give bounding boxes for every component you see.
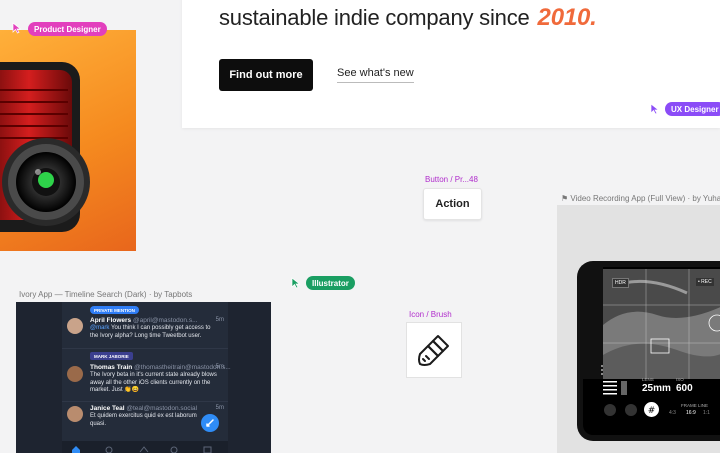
tweet-author: April Flowers @april@mastodon.s... xyxy=(90,317,198,324)
compose-button[interactable] xyxy=(201,414,219,432)
ratio-option[interactable]: 16:9 xyxy=(686,410,696,416)
mention-link[interactable]: @mark xyxy=(90,325,109,331)
video-frame-label[interactable]: ⚑ Video Recording App (Full View) · by Y… xyxy=(561,194,720,203)
cursor-pointer-icon xyxy=(12,22,22,34)
profile-tab-icon xyxy=(203,446,212,453)
brush-icon-frame[interactable] xyxy=(406,322,462,378)
ratio-option[interactable]: 1:1 xyxy=(703,410,710,416)
hdr-badge[interactable]: HDR xyxy=(612,278,629,288)
illustrator-tag: Illustrator xyxy=(306,276,355,290)
video-recording-frame[interactable]: # HDR • REC LENS 25mm ISO 600 FRAME LINE… xyxy=(557,205,720,453)
stats-tab-icon xyxy=(139,446,149,453)
home-tab-icon xyxy=(72,446,80,453)
cursor-pointer-icon xyxy=(291,277,301,289)
author-name: Thomas Train xyxy=(90,364,133,371)
camera-app-artwork xyxy=(0,30,136,251)
tweet-body: @mark You think I can possibly get acces… xyxy=(90,325,220,340)
search-tab-icon xyxy=(170,446,178,453)
author-name: April Flowers xyxy=(90,317,132,324)
tab-bar xyxy=(62,441,228,453)
tweet-time: 5m xyxy=(215,405,224,411)
timeline-column: PRIVATE MENTION April Flowers @april@mas… xyxy=(62,302,231,453)
hero-headline: sustainable indie company since 2010. xyxy=(219,4,597,32)
button-component-label[interactable]: Button / Pr...48 xyxy=(425,175,478,184)
tweet-author: Thomas Train @thomastheitrain@mastodon.s… xyxy=(90,364,231,371)
cursor-pointer-icon xyxy=(650,103,660,115)
hero-year: 2010. xyxy=(537,4,597,31)
lens-label: LENS xyxy=(642,377,654,382)
mentions-tab-icon xyxy=(105,446,113,453)
author-name: Janice Teal xyxy=(90,405,125,412)
iso-value[interactable]: 600 xyxy=(676,383,693,394)
product-designer-tag: Product Designer xyxy=(28,22,107,36)
ux-designer-tag: UX Designer xyxy=(665,102,720,116)
tweet-author: Janice Teal @teal@mastodon.social xyxy=(90,405,197,412)
boost-badge: MARK JABORIE xyxy=(90,352,133,360)
ivory-app-frame[interactable]: PRIVATE MENTION April Flowers @april@mas… xyxy=(16,302,271,453)
see-whats-new-link[interactable]: See what's new xyxy=(337,67,414,83)
lens-value[interactable]: 25mm xyxy=(642,383,671,394)
iso-label: ISO xyxy=(676,377,684,382)
compose-icon xyxy=(206,419,214,427)
avatar xyxy=(67,406,83,422)
hero-headline-text: sustainable indie company since xyxy=(219,5,530,30)
tweet-body: The Ivory beta in it's current state alr… xyxy=(90,372,217,393)
frame-line-label: FRAME LINE xyxy=(681,403,709,408)
tweet-time: 5m xyxy=(215,317,224,323)
camera-app-icon xyxy=(0,62,90,232)
avatar xyxy=(67,318,83,334)
tab-bar-icons xyxy=(72,446,212,453)
rec-badge[interactable]: • REC xyxy=(696,278,714,286)
private-mention-badge: PRIVATE MENTION xyxy=(90,306,139,314)
action-button[interactable]: Action xyxy=(423,188,482,220)
find-out-more-button[interactable]: Find out more xyxy=(219,59,313,91)
video-frame-label-text: Video Recording App (Full View) · by Yuh… xyxy=(570,194,720,203)
author-handle: @april@mastodon.s... xyxy=(133,317,198,324)
hero-card: sustainable indie company since 2010. Fin… xyxy=(182,0,720,128)
brush-icon xyxy=(418,335,449,366)
tweet-body: Et quidem exercitus quid ex est laborum … xyxy=(90,413,197,427)
icon-component-label[interactable]: Icon / Brush xyxy=(409,310,452,319)
tweet-row[interactable]: PRIVATE MENTION April Flowers @april@mas… xyxy=(62,302,228,346)
tweet-time: 5m xyxy=(215,364,224,370)
tweet-row[interactable]: MARK JABORIE Thomas Train @thomastheitra… xyxy=(62,348,231,400)
ratio-option[interactable]: 4:3 xyxy=(669,410,676,416)
ivory-frame-label[interactable]: Ivory App — Timeline Search (Dark) · by … xyxy=(19,290,192,299)
svg-text:#: # xyxy=(648,406,656,416)
author-handle: @teal@mastodon.social xyxy=(126,405,198,412)
tweet-text: You think I can possibly get access to t… xyxy=(90,325,211,339)
avatar xyxy=(67,366,83,382)
